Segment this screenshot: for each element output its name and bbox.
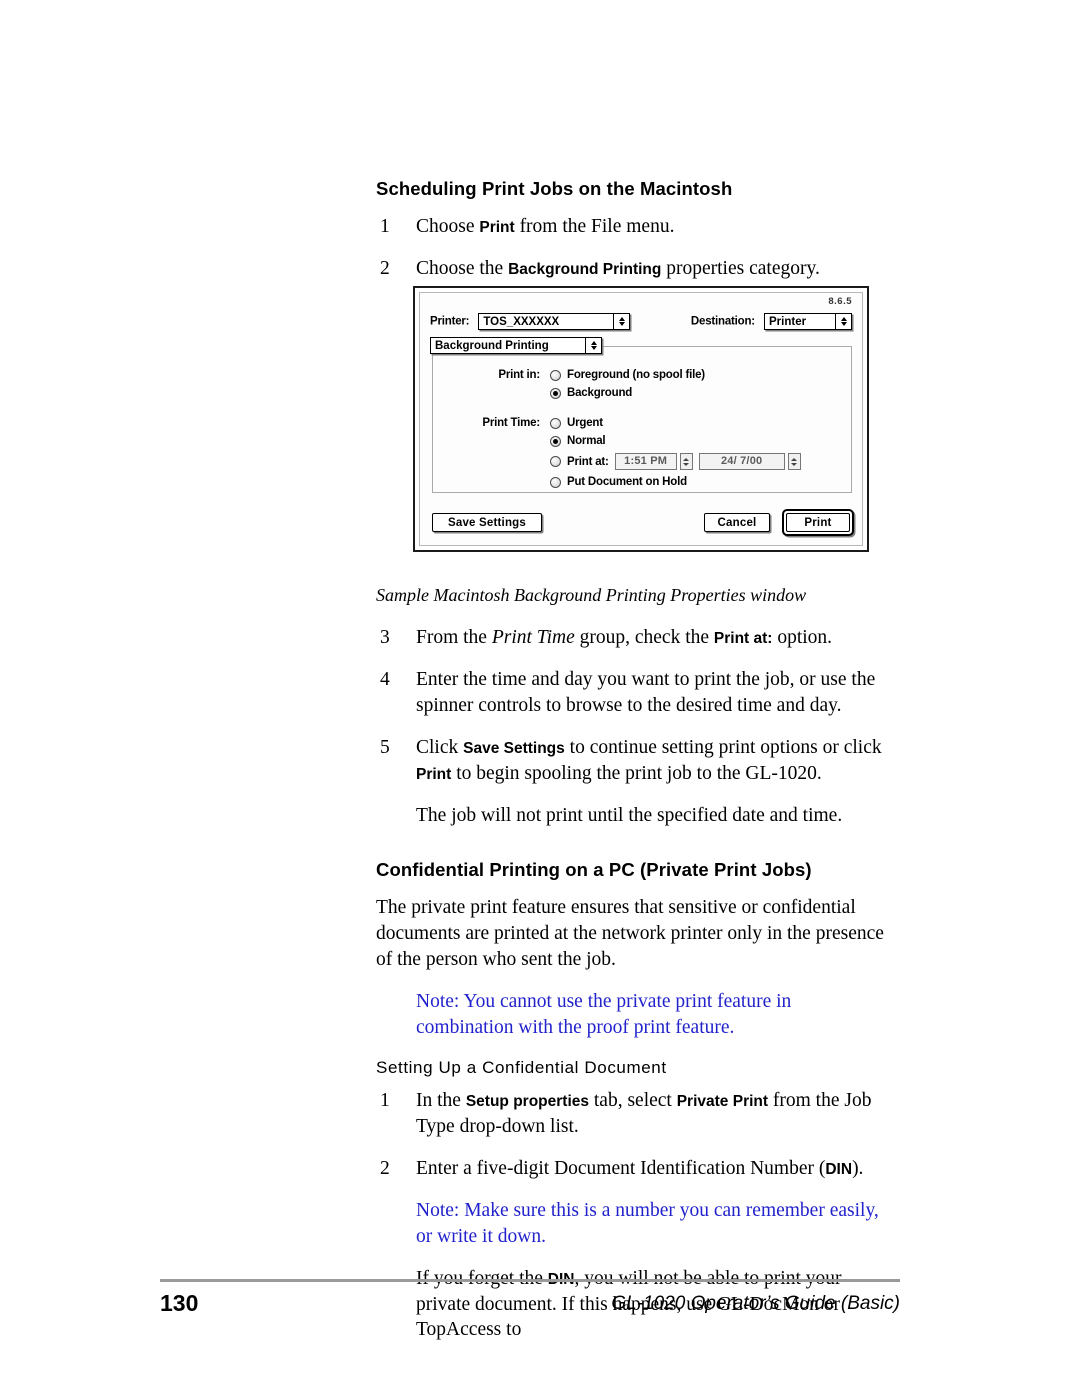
print-time-label: Print Time: <box>482 417 540 429</box>
destination-row: Destination: Printer <box>691 313 852 330</box>
chevron-updown-icon <box>585 338 601 353</box>
ui-term-print: Print <box>479 219 515 237</box>
radio-button-icon <box>550 369 561 381</box>
print-button-default-ring: Print <box>782 509 854 536</box>
radio-print-at[interactable]: Print at: 1:51 PM 24/ 7/00 <box>550 453 801 470</box>
radio-button-icon <box>550 456 561 467</box>
printer-label: Printer: <box>430 315 470 328</box>
print-in-label: Print in: <box>498 369 540 381</box>
radio-background-label: Background <box>567 387 633 399</box>
step-text: Enter the time and day you want to print… <box>416 669 876 717</box>
document-page: Scheduling Print Jobs on the Macintosh 1… <box>0 0 1080 1397</box>
section-heading-confidential-printing: Confidential Printing on a PC (Private P… <box>376 858 812 880</box>
step-4-enter-time: 4 Enter the time and day you want to prin… <box>376 667 892 719</box>
subheading-setting-up-confidential-document: Setting Up a Confidential Document <box>376 1057 667 1077</box>
printer-select[interactable]: TOS_XXXXXX <box>478 313 631 330</box>
date-spinner[interactable] <box>787 453 801 470</box>
radio-button-icon <box>550 476 561 488</box>
properties-category-value: Background Printing <box>435 339 549 352</box>
step-text-mid: group, check the <box>574 627 714 649</box>
step-text-post: option. <box>772 627 833 649</box>
step-text-pre: Choose the <box>416 258 509 280</box>
radio-foreground[interactable]: Foreground (no spool file) <box>550 369 705 381</box>
ui-term-save-settings: Save Settings <box>463 740 565 758</box>
step-number: 1 <box>380 1090 390 1111</box>
printer-select-value: TOS_XXXXXX <box>483 315 560 328</box>
chevron-updown-icon <box>613 314 629 329</box>
destination-label: Destination: <box>690 315 755 328</box>
step-number: 2 <box>380 258 390 280</box>
radio-foreground-label: Foreground (no spool file) <box>567 369 705 381</box>
step-text-mid: tab, select <box>589 1090 677 1111</box>
step-5-click-save: 5 Click Save Settings to continue setting… <box>376 735 892 787</box>
time-spinner[interactable] <box>679 453 693 470</box>
print-in-field: Print in: Foreground (no spool file) Bac… <box>468 369 705 405</box>
ui-term-setup-properties: Setup properties <box>465 1093 589 1110</box>
step-text-pre: Click <box>416 737 464 759</box>
step-text-post: properties category. <box>661 258 820 280</box>
time-stepper-group: 1:51 PM <box>614 453 693 470</box>
note-private-print-combination: Note: You cannot use the private print f… <box>416 990 792 1038</box>
ui-term-background-printing: Background Printing <box>508 261 662 279</box>
radio-put-document-on-hold[interactable]: Put Document on Hold <box>550 476 801 488</box>
step-text-pre: Choose <box>416 216 480 238</box>
radio-urgent-label: Urgent <box>567 417 603 429</box>
chevron-updown-icon <box>835 314 851 329</box>
destination-select[interactable]: Printer <box>764 313 852 330</box>
ui-term-din: DIN <box>825 1160 853 1178</box>
after-step5-note: The job will not print until the specifi… <box>416 805 843 827</box>
ui-term-print-at: Print at: <box>713 630 773 648</box>
emphasis-print-time: Print Time <box>491 627 575 649</box>
radio-urgent[interactable]: Urgent <box>550 417 801 429</box>
step-number: 4 <box>380 669 390 691</box>
os-version-label: 8.6.5 <box>828 296 852 307</box>
footer-divider <box>160 1279 900 1282</box>
note-remember-number: Note: Make sure this is a number you can… <box>416 1199 879 1247</box>
page-title: Scheduling Print Jobs on the Macintosh <box>376 178 733 199</box>
step-text-post: from the File menu. <box>514 216 675 238</box>
step-text-pre: From the <box>416 627 492 649</box>
print-time-input[interactable]: 1:51 PM <box>614 453 677 470</box>
radio-background[interactable]: Background <box>550 387 705 399</box>
radio-button-selected-icon <box>550 435 561 447</box>
footer-guide-title: GL-1020 Operator’s Guide (Basic) <box>611 1293 900 1314</box>
step-text-post: ). <box>852 1157 864 1179</box>
ui-term-private-print: Private Print <box>676 1093 769 1110</box>
print-time-field: Print Time: Urgent Normal Print at: 1:51… <box>460 417 801 494</box>
step-2-enter-din: 2 Enter a five-digit Document Identificat… <box>376 1156 892 1182</box>
radio-button-selected-icon <box>550 387 561 399</box>
radio-button-icon <box>550 417 561 429</box>
radio-print-at-label: Print at: <box>567 455 609 468</box>
print-button[interactable]: Print <box>786 513 850 532</box>
step-3-print-time: 3 From the Print Time group, check the Pr… <box>376 625 892 651</box>
date-stepper-group: 24/ 7/00 <box>698 453 801 470</box>
radio-normal[interactable]: Normal <box>550 435 801 447</box>
step-2-choose-category: 2 Choose the Background Printing properti… <box>376 256 892 282</box>
cancel-button[interactable]: Cancel <box>704 513 770 532</box>
step-number: 2 <box>380 1157 390 1179</box>
radio-hold-label: Put Document on Hold <box>567 476 687 488</box>
figure-caption: Sample Macintosh Background Printing Pro… <box>376 585 807 606</box>
step-text-post: to begin spooling the print job to the G… <box>451 763 822 785</box>
step-text-pre: Enter a five-digit Document Identificati… <box>416 1157 826 1179</box>
step-number: 3 <box>380 627 390 649</box>
save-settings-button[interactable]: Save Settings <box>432 513 542 532</box>
ui-term-print: Print <box>416 766 452 784</box>
macintosh-print-dialog-figure: 8.6.5 Printer: TOS_XXXXXX Destination: P… <box>413 286 869 552</box>
properties-category-select[interactable]: Background Printing <box>430 337 602 354</box>
confidential-intro-paragraph: The private print feature ensures that s… <box>376 897 884 970</box>
destination-select-value: Printer <box>769 315 807 328</box>
step-text-pre: In the <box>416 1090 466 1111</box>
step-number: 5 <box>380 737 390 759</box>
step-number: 1 <box>380 216 390 238</box>
radio-normal-label: Normal <box>567 435 606 447</box>
step-1-choose-print: 1 Choose Print from the File menu. <box>376 214 892 240</box>
dialog-inner-frame: 8.6.5 Printer: TOS_XXXXXX Destination: P… <box>419 292 863 546</box>
step-1-setup-properties: 1 In the Setup properties tab, select Pri… <box>376 1088 892 1140</box>
step-text-mid: to continue setting print options or cli… <box>564 737 882 759</box>
print-date-input[interactable]: 24/ 7/00 <box>698 453 785 470</box>
